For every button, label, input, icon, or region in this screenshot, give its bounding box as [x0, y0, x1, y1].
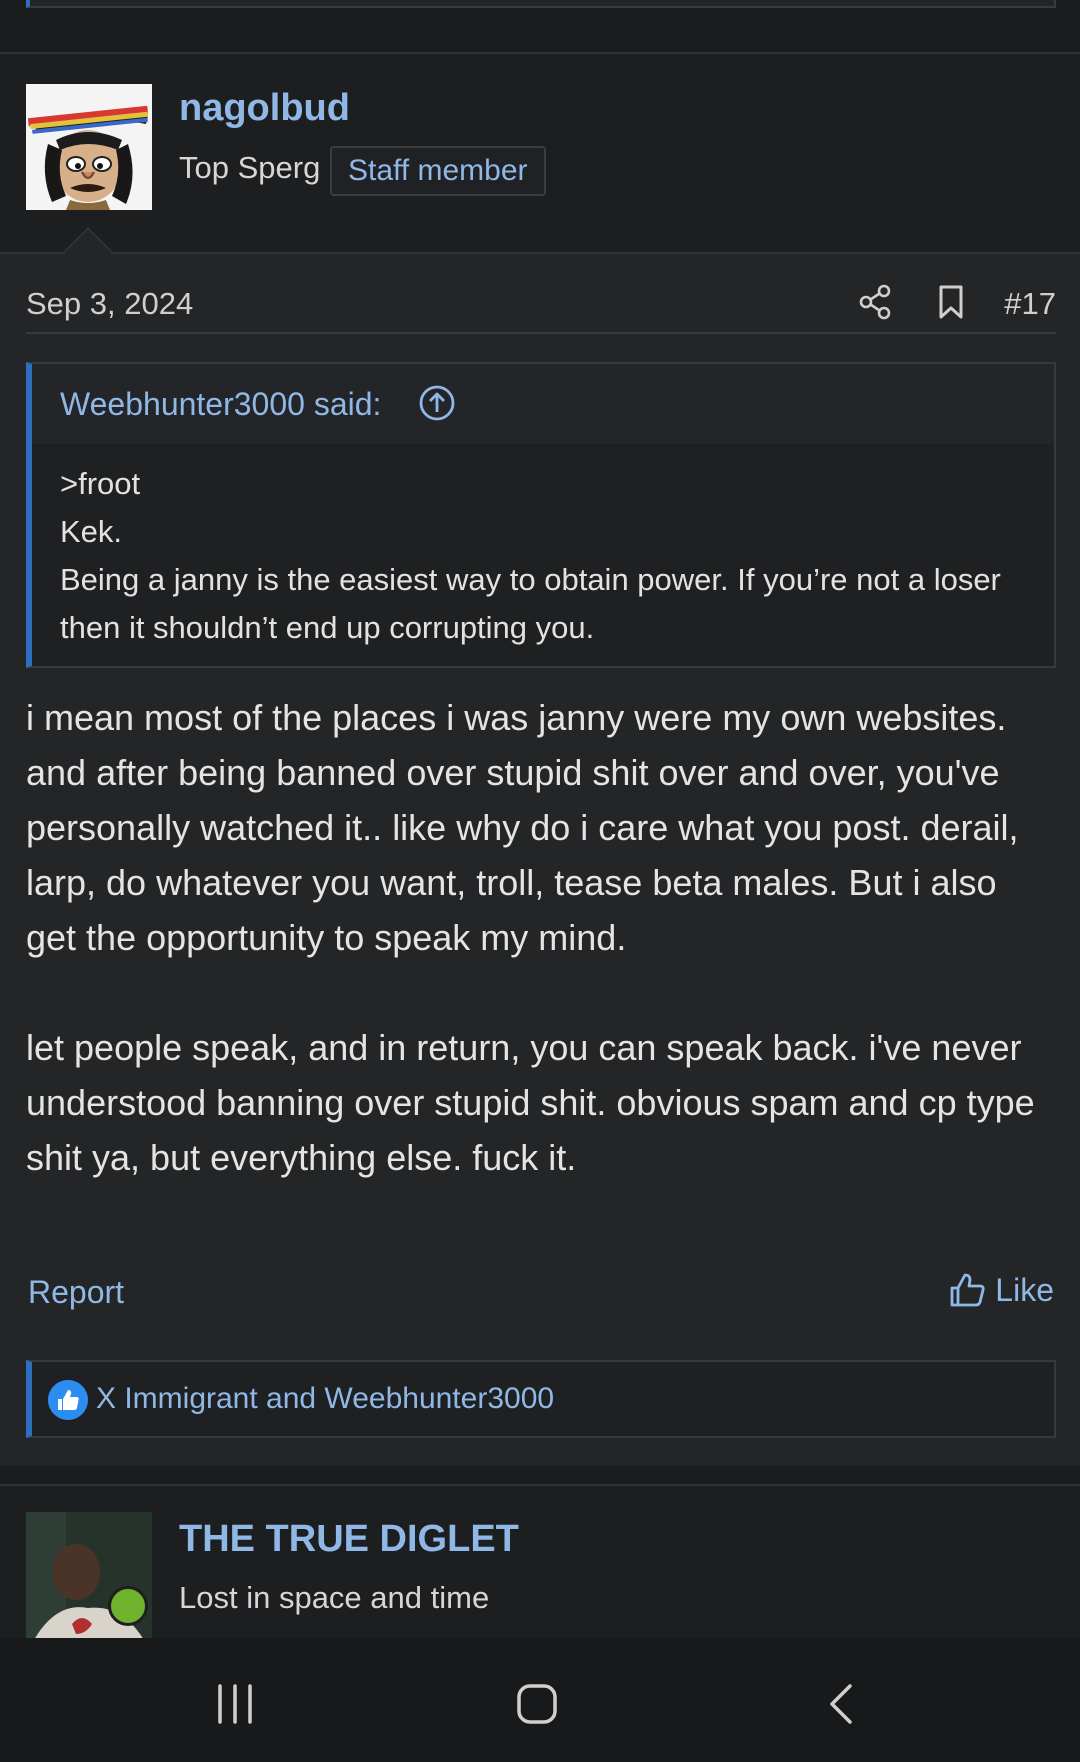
- home-icon[interactable]: [516, 1682, 558, 1726]
- post-message: i mean most of the places i was janny we…: [26, 690, 1056, 1185]
- next-post-username[interactable]: THE TRUE DIGLET: [179, 1518, 519, 1561]
- quote-line: Being a janny is the easiest way to obta…: [60, 562, 1001, 645]
- thumbs-up-icon: [950, 1273, 985, 1307]
- bookmark-icon[interactable]: [931, 282, 971, 322]
- avatar[interactable]: [26, 84, 152, 210]
- report-link[interactable]: Report: [28, 1274, 124, 1311]
- post-date[interactable]: Sep 3, 2024: [26, 286, 193, 322]
- reaction-users[interactable]: X Immigrant and Weebhunter3000: [96, 1382, 554, 1416]
- message-paragraph: let people speak, and in return, you can…: [26, 1027, 1035, 1178]
- avatar-image: [26, 84, 152, 210]
- message-paragraph: i mean most of the places i was janny we…: [26, 697, 1019, 958]
- quote-block: Weebhunter3000 said: >froot Kek. Being a…: [26, 362, 1056, 668]
- post-username[interactable]: nagolbud: [179, 87, 350, 130]
- next-post-header: THE TRUE DIGLET Lost in space and time: [0, 1484, 1080, 1640]
- post-number-link[interactable]: #17: [1004, 286, 1056, 322]
- share-icon[interactable]: [856, 282, 896, 322]
- online-status-icon: [108, 1586, 148, 1626]
- quote-line: Kek.: [60, 514, 123, 549]
- post-meta-row: Sep 3, 2024 #17: [26, 254, 1056, 334]
- quote-line: >froot: [60, 466, 141, 501]
- quote-content: >froot Kek. Being a janny is the easiest…: [60, 460, 1030, 652]
- recent-apps-icon[interactable]: [214, 1682, 256, 1726]
- post-header: nagolbud Top Sperg Staff member: [0, 52, 1080, 254]
- quote-header[interactable]: Weebhunter3000 said:: [32, 364, 1054, 444]
- reactions-bar[interactable]: X Immigrant and Weebhunter3000: [26, 1360, 1056, 1438]
- like-label: Like: [995, 1271, 1054, 1308]
- like-button[interactable]: Like: [947, 1270, 1054, 1310]
- arrow-up-circle-icon[interactable]: [418, 384, 456, 422]
- previous-post-tail: [0, 0, 1080, 38]
- previous-post-reactions: [26, 0, 1056, 8]
- back-icon[interactable]: [820, 1682, 862, 1726]
- user-title: Top Sperg: [179, 150, 321, 185]
- staff-badge: Staff member: [330, 146, 546, 196]
- system-nav-bar: [0, 1638, 1080, 1762]
- post-body: Sep 3, 2024 #17 Weebhunter3000 said: >fr…: [0, 254, 1080, 1466]
- next-post-user-title: Lost in space and time: [179, 1580, 490, 1615]
- like-reaction-icon: [48, 1380, 88, 1420]
- quote-author[interactable]: Weebhunter3000 said:: [60, 386, 381, 423]
